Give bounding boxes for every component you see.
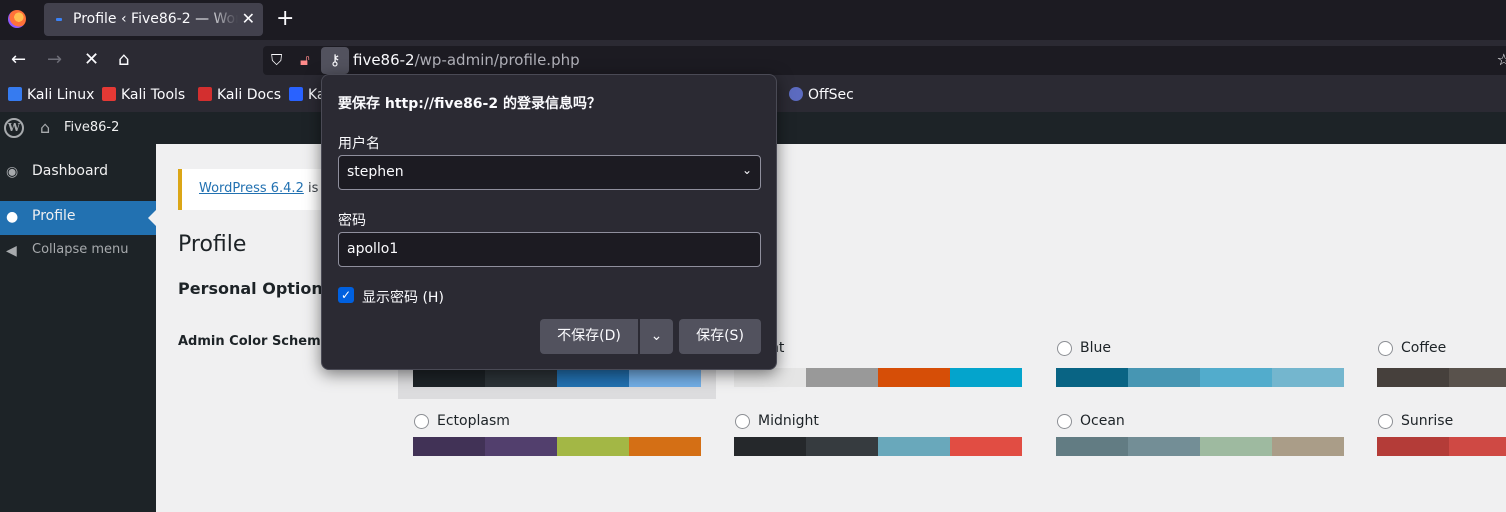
scheme-radio[interactable]: [1057, 414, 1072, 429]
site-name-link[interactable]: Five86-2: [64, 120, 119, 135]
wordpress-logo-icon[interactable]: W: [4, 118, 24, 138]
user-icon: ●: [6, 209, 19, 225]
scheme-radio[interactable]: [1057, 341, 1072, 356]
url-bar[interactable]: ⛉ 🔓︎ ⚷ five86-2/wp-admin/profile.php ☆: [263, 46, 1506, 75]
show-password-checkbox[interactable]: ✓: [338, 287, 354, 303]
scheme-radio[interactable]: [1378, 341, 1393, 356]
wordpress-version-link[interactable]: WordPress 6.4.2: [199, 181, 304, 196]
key-icon[interactable]: ⚷: [321, 47, 349, 74]
scheme-midnight[interactable]: Midnight: [734, 413, 1024, 465]
loading-icon: [56, 18, 62, 21]
bookmark-offsec[interactable]: OffSec: [789, 87, 854, 103]
scheme-sunrise[interactable]: Sunrise: [1377, 413, 1506, 465]
collapse-icon: ◀: [6, 243, 17, 259]
tab-profile[interactable]: Profile ‹ Five86-2 — WordPress ✕: [44, 3, 263, 36]
kali-tools-icon: [102, 87, 116, 101]
stop-icon[interactable]: ✕: [84, 49, 99, 70]
scheme-radio[interactable]: [1378, 414, 1393, 429]
password-label: 密码: [338, 213, 366, 229]
popup-question: 要保存 http://five86-2 的登录信息吗？: [338, 96, 601, 112]
scheme-light[interactable]: nt: [734, 340, 1024, 392]
scheme-radio[interactable]: [414, 414, 429, 429]
scheme-coffee[interactable]: Coffee: [1377, 340, 1506, 392]
kali-forums-icon: [289, 87, 303, 101]
section-title: Personal Options: [178, 279, 333, 298]
insecure-lock-icon[interactable]: 🔓︎: [300, 51, 310, 69]
dont-save-menu-button[interactable]: ⌄: [640, 319, 673, 354]
bookmark-kali-docs[interactable]: Kali Docs: [198, 87, 281, 103]
kali-icon: [8, 87, 22, 101]
shield-icon[interactable]: ⛉: [271, 51, 282, 69]
dont-save-button[interactable]: 不保存(D): [540, 319, 638, 354]
offsec-icon: [789, 87, 803, 101]
url-text[interactable]: five86-2/wp-admin/profile.php: [353, 51, 580, 69]
kali-docs-icon: [198, 87, 212, 101]
home-icon[interactable]: ⌂: [118, 49, 129, 70]
bookmark-kali-tools[interactable]: Kali Tools: [102, 87, 185, 103]
username-field[interactable]: stephen ⌄: [338, 155, 761, 190]
sidebar-item-profile[interactable]: ● Profile: [0, 201, 156, 235]
sidebar-item-dashboard[interactable]: ◉ Dashboard: [0, 156, 156, 190]
new-tab-button[interactable]: +: [276, 6, 294, 31]
forward-icon[interactable]: →: [47, 49, 62, 70]
save-login-popup: 要保存 http://five86-2 的登录信息吗？ 用户名 stephen …: [321, 74, 777, 370]
chevron-down-icon[interactable]: ⌄: [742, 163, 752, 177]
firefox-logo-icon[interactable]: [8, 10, 26, 28]
username-label: 用户名: [338, 136, 380, 152]
tab-bar: Profile ‹ Five86-2 — WordPress ✕ +: [0, 0, 1506, 40]
close-tab-icon[interactable]: ✕: [242, 9, 255, 28]
home-icon[interactable]: ⌂: [40, 118, 50, 137]
color-scheme-label: Admin Color Scheme: [178, 334, 330, 349]
password-field[interactable]: apollo1: [338, 232, 761, 267]
collapse-menu-button[interactable]: ◀ Collapse menu: [0, 235, 156, 269]
admin-sidebar: ◉ Dashboard ● Profile ◀ Collapse menu: [0, 144, 156, 512]
show-password-label[interactable]: 显示密码 (H): [362, 287, 444, 307]
tab-title: Profile ‹ Five86-2 — WordPress: [73, 11, 238, 27]
scheme-radio[interactable]: [735, 414, 750, 429]
bookmark-kali-linux[interactable]: Kali Linux: [8, 87, 94, 103]
scheme-ectoplasm[interactable]: Ectoplasm: [413, 413, 703, 465]
save-button[interactable]: 保存(S): [679, 319, 761, 354]
scheme-blue[interactable]: Blue: [1056, 340, 1346, 392]
page-title: Profile: [178, 232, 247, 257]
dashboard-icon: ◉: [6, 164, 19, 180]
back-icon[interactable]: ←: [11, 49, 26, 70]
chevron-down-icon: ⌄: [650, 328, 663, 344]
bookmark-star-icon[interactable]: ☆: [1497, 50, 1506, 69]
scheme-ocean[interactable]: Ocean: [1056, 413, 1346, 465]
